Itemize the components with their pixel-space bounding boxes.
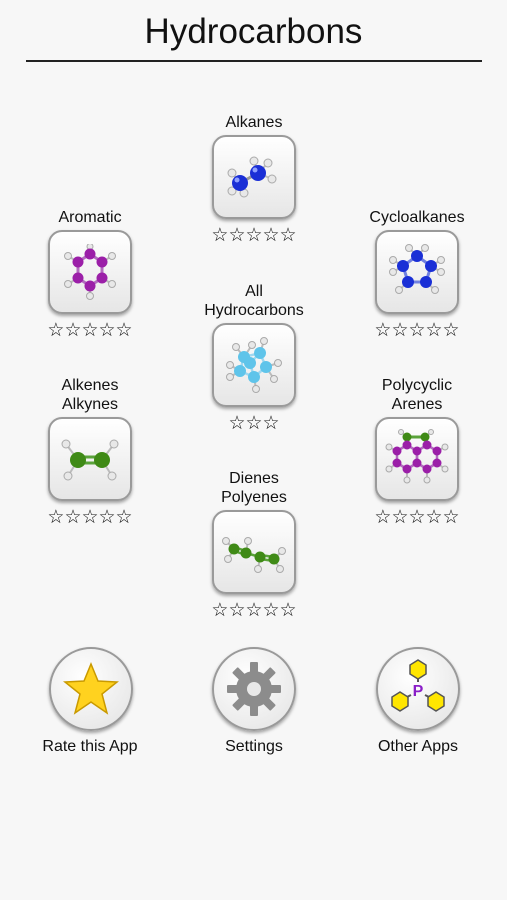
rating-stars: ☆☆☆☆☆ [211,600,297,621]
label-line2: Arenes [391,396,443,413]
category-all-hydrocarbons[interactable]: All Hydrocarbons ☆☆☆ [194,280,314,434]
category-cycloalkanes[interactable]: Cycloalkanes ☆☆☆☆☆ [357,187,477,341]
label-line2: Cycloalkanes [369,209,465,226]
other-apps-button[interactable]: P [376,647,460,731]
label-line2: Hydrocarbons [204,302,304,319]
label-line1: Alkenes [61,377,119,394]
label-line1: All [245,283,263,300]
rating-stars: ☆☆☆☆☆ [374,507,460,528]
category-alkanes[interactable]: Alkanes ☆☆☆☆☆ [194,92,314,246]
category-dienes-polyenes[interactable]: Dienes Polyenes ☆☆☆☆☆ [194,467,314,621]
rating-stars: ☆☆☆☆☆ [211,225,297,246]
rate-app-button[interactable] [49,647,133,731]
settings-label: Settings [225,738,283,755]
label-line2: Alkanes [225,114,283,131]
cycloalkane-molecule-icon [389,244,445,294]
label-line2: Polyenes [221,489,287,506]
alkene-molecule-icon [61,439,119,481]
other-apps-logo-icon: P [391,659,445,712]
all-hydrocarbons-button[interactable] [212,323,296,407]
category-aromatic[interactable]: Aromatic ☆☆☆☆☆ [30,187,150,341]
other-apps-logo-letter: P [413,683,424,700]
label-line1: Polycyclic [381,377,453,394]
diene-molecule-icon [222,537,286,573]
rate-app-label: Rate this App [42,738,138,755]
label-line1: Dienes [229,470,279,487]
gear-icon [227,662,281,716]
dienes-polyenes-button[interactable] [212,510,296,594]
title-divider [26,60,482,62]
category-label: Polycyclic Arenes [357,374,477,414]
category-label: Cycloalkanes [357,187,477,227]
cycloalkanes-button[interactable] [375,230,459,314]
category-polycyclic-arenes[interactable]: Polycyclic Arenes ☆☆☆☆☆ [357,374,477,528]
polycyclic-molecule-icon [385,429,449,484]
other-apps-label: Other Apps [377,738,459,755]
label-line2: Alkynes [61,396,119,413]
star-icon [63,662,119,715]
all-hydrocarbons-molecule-icon [226,337,282,393]
page-title: Hydrocarbons [144,12,363,51]
alkanes-button[interactable] [212,135,296,219]
category-label: Alkanes [194,92,314,132]
alkenes-alkynes-button[interactable] [48,417,132,501]
aromatic-molecule-icon [64,244,116,300]
category-label: Alkenes Alkynes [30,374,150,414]
aromatic-button[interactable] [48,230,132,314]
rating-stars: ☆☆☆☆☆ [47,320,133,341]
label-line2: Aromatic [58,209,122,226]
settings-button[interactable] [212,647,296,731]
polycyclic-arenes-button[interactable] [375,417,459,501]
category-alkenes-alkynes[interactable]: Alkenes Alkynes ☆☆☆☆☆ [30,374,150,528]
category-label: Aromatic [30,187,150,227]
rating-stars: ☆☆☆☆☆ [374,320,460,341]
rating-stars: ☆☆☆ [228,413,280,434]
category-label: Dienes Polyenes [194,467,314,507]
rating-stars: ☆☆☆☆☆ [47,507,133,528]
category-label: All Hydrocarbons [194,280,314,320]
alkane-molecule-icon [227,156,277,198]
